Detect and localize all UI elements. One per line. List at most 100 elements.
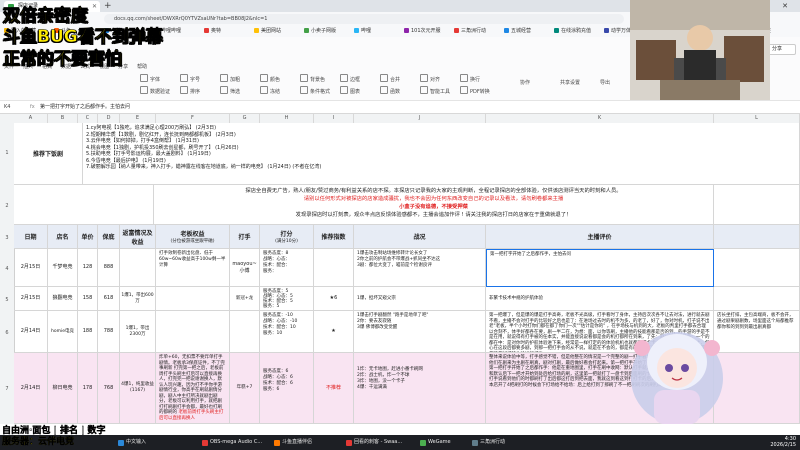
row-header[interactable]: 1 [0, 150, 14, 156]
toolbar-button[interactable]: 条件格式 [300, 86, 330, 96]
recommend-list[interactable]: 1.cy阿电视【1独吃，追求满足心理200万刷弘】 (2月3日) 2.短期精华质… [83, 123, 800, 185]
cell-gain[interactable]: 1爆1，带出2300万 [120, 311, 156, 353]
cell-recommend[interactable] [314, 249, 354, 287]
cell-extra[interactable] [714, 249, 800, 287]
cell-shop[interactable]: 狼翻电竞 [48, 287, 78, 311]
column-header[interactable]: F [156, 114, 230, 123]
toolbar-button[interactable]: PDF转换 [460, 86, 490, 96]
bookmark-item[interactable]: 101次元开服 [404, 27, 441, 36]
cell-shop[interactable]: 千梦电竞 [48, 249, 78, 287]
header-recommend[interactable]: 推荐指数 [314, 225, 354, 249]
cell-score[interactable]: 服务态度：6 战略：心态：6 技术：配合：6 服务：6 [260, 353, 314, 424]
toolbar-button[interactable]: 字号 [180, 74, 200, 84]
row-header[interactable]: 5 [0, 297, 14, 303]
cell-date[interactable]: 2月15日 [14, 249, 48, 287]
cell-fighter[interactable]: maoyou~小傅 [230, 249, 260, 287]
cell-fighter[interactable]: 年糕+7 [230, 353, 260, 424]
toolbar-button[interactable]: 换行 [460, 74, 480, 84]
cell-recommend[interactable]: 不推荐 [314, 353, 354, 424]
header-date[interactable]: 日期 [14, 225, 48, 249]
header-comment[interactable]: 主播评价 [486, 225, 714, 249]
toolbar-button[interactable]: 颜色 [260, 74, 280, 84]
cell-date[interactable]: 2月14日 [14, 353, 48, 424]
cell-boss[interactable] [156, 311, 230, 353]
row-header[interactable]: 4 [0, 266, 14, 272]
toolbar-button[interactable]: 函数 [380, 86, 400, 96]
header-boss[interactable]: 老板权益 (分位被游或坐跟平磁) [156, 225, 230, 249]
cell-date[interactable]: 2月14日 [14, 311, 48, 353]
cell-battle[interactable]: 1爆击打手剧翻然 "跑手是地单了吧" 2你：要去友寂随 3爆 佛博都改变觉醒 [354, 311, 486, 353]
taskbar-clock[interactable]: 4:30 2026/2/15 [770, 436, 796, 448]
cell-floor[interactable]: 768 [98, 353, 120, 424]
cell-date[interactable]: 2月15日 [14, 287, 48, 311]
header-fighter[interactable]: 打手 [230, 225, 260, 249]
column-header[interactable]: K [486, 114, 714, 123]
cell-score[interactable]: 服务态度：5 战略：心态：5 技术：配合：5 服务：5 [260, 287, 314, 311]
cell-gain[interactable]: 4爆1，纯里收益(1167) [120, 353, 156, 424]
cell-boss[interactable]: 打手效制卷新出化盘、低于60w~60w收益高于100w剩一半计算 [156, 249, 230, 287]
cell-shop[interactable]: homie电竞 [48, 311, 78, 353]
bookmark-item[interactable]: 五城经营 [504, 27, 531, 36]
column-header[interactable]: A [14, 114, 48, 123]
taskbar-item[interactable]: 三角洲行动 [470, 437, 530, 448]
toolbar-button[interactable]: 边框 [340, 74, 360, 84]
cell-score[interactable]: 服务态度：-10 战略：心态：-10 技术：配合：10 服务：10 [260, 311, 314, 353]
toolbar-button[interactable]: 数据验证 [140, 86, 170, 96]
header-gain[interactable]: 返富情况及收益 [120, 225, 156, 249]
toolbar-button[interactable]: 图表 [340, 86, 360, 96]
cell-price[interactable]: 128 [78, 249, 98, 287]
cell-reference[interactable]: K4 [4, 101, 10, 113]
toolbar-button[interactable]: 字体 [140, 74, 160, 84]
cell-price[interactable]: 188 [78, 311, 98, 353]
column-header[interactable]: C [78, 114, 98, 123]
cell-floor[interactable]: 618 [98, 287, 120, 311]
taskbar-item[interactable]: 回看的刺客 - Swaa... [344, 437, 414, 448]
toolbar-right-button[interactable]: 共享设置 [560, 80, 580, 87]
header-score[interactable]: 打分 (满分10分) [260, 225, 314, 249]
header-extra[interactable] [714, 225, 800, 249]
bookmark-item[interactable]: 奥特 [204, 27, 221, 36]
cell-floor[interactable]: 788 [98, 311, 120, 353]
formula-input[interactable]: 第一把打字开始了之后都作手。主怕去问 [40, 101, 130, 113]
cell-extra[interactable] [714, 287, 800, 311]
header-floor[interactable]: 保底 [98, 225, 120, 249]
recommend-label[interactable]: 推荐下饭剧 [14, 123, 83, 185]
cell-fighter[interactable]: 新冠+龙 [230, 287, 260, 311]
cell-floor[interactable]: 888 [98, 249, 120, 287]
toolbar-button[interactable]: 排序 [180, 86, 200, 96]
toolbar-button[interactable]: 背景色 [300, 74, 325, 84]
cell-score[interactable]: 服务态度：8 战略：心态： 技术：配合： 服务： [260, 249, 314, 287]
column-header[interactable]: G [230, 114, 260, 123]
cell-battle[interactable]: 1爆击攻击制站场维修转计论长女了 2你之前的护航会不带爆战+抓同坐不达这 3剧：… [354, 249, 486, 287]
taskbar-item[interactable]: OBS-mega Audio C... [200, 437, 268, 448]
column-header[interactable]: H [260, 114, 314, 123]
header-shop[interactable]: 店名 [48, 225, 78, 249]
toolbar-button[interactable]: 加粗 [220, 74, 240, 84]
cell-fighter[interactable] [230, 311, 260, 353]
column-header[interactable]: D [98, 114, 120, 123]
row-header[interactable]: 2 [0, 203, 14, 209]
bookmark-item[interactable]: 在线涂鸦充值 [554, 27, 591, 36]
toolbar-button[interactable]: 筛选 [220, 86, 240, 96]
cell-price[interactable]: 178 [78, 353, 98, 424]
cell-shop[interactable]: 柳日电竞 [48, 353, 78, 424]
column-header[interactable]: I [314, 114, 354, 123]
toolbar-button[interactable]: 合并 [380, 74, 400, 84]
bookmark-item[interactable]: 小卖子网版 [304, 27, 336, 36]
column-header[interactable]: L [714, 114, 800, 123]
cell-recommend[interactable]: ★6 [314, 287, 354, 311]
cell-comment[interactable]: 非繁卡技术中规的护航体验 [486, 287, 714, 311]
toolbar-right-button[interactable]: 导出 [600, 80, 610, 87]
column-header[interactable]: B [48, 114, 78, 123]
column-header[interactable]: E [120, 114, 156, 123]
bookmark-item[interactable]: 哔哩 [354, 27, 371, 36]
toolbar-button[interactable]: 对齐 [420, 74, 440, 84]
toolbar-button[interactable]: 冻结 [260, 86, 280, 96]
header-battle[interactable]: 战况 [354, 225, 486, 249]
header-price[interactable]: 单价 [78, 225, 98, 249]
cell-boss[interactable] [156, 287, 230, 311]
cell-price[interactable]: 158 [78, 287, 98, 311]
taskbar-item[interactable]: 斗鱼直播伴侣 [272, 437, 340, 448]
new-tab-button[interactable]: + [104, 0, 112, 12]
menu-item[interactable]: 帮助 [137, 64, 147, 70]
